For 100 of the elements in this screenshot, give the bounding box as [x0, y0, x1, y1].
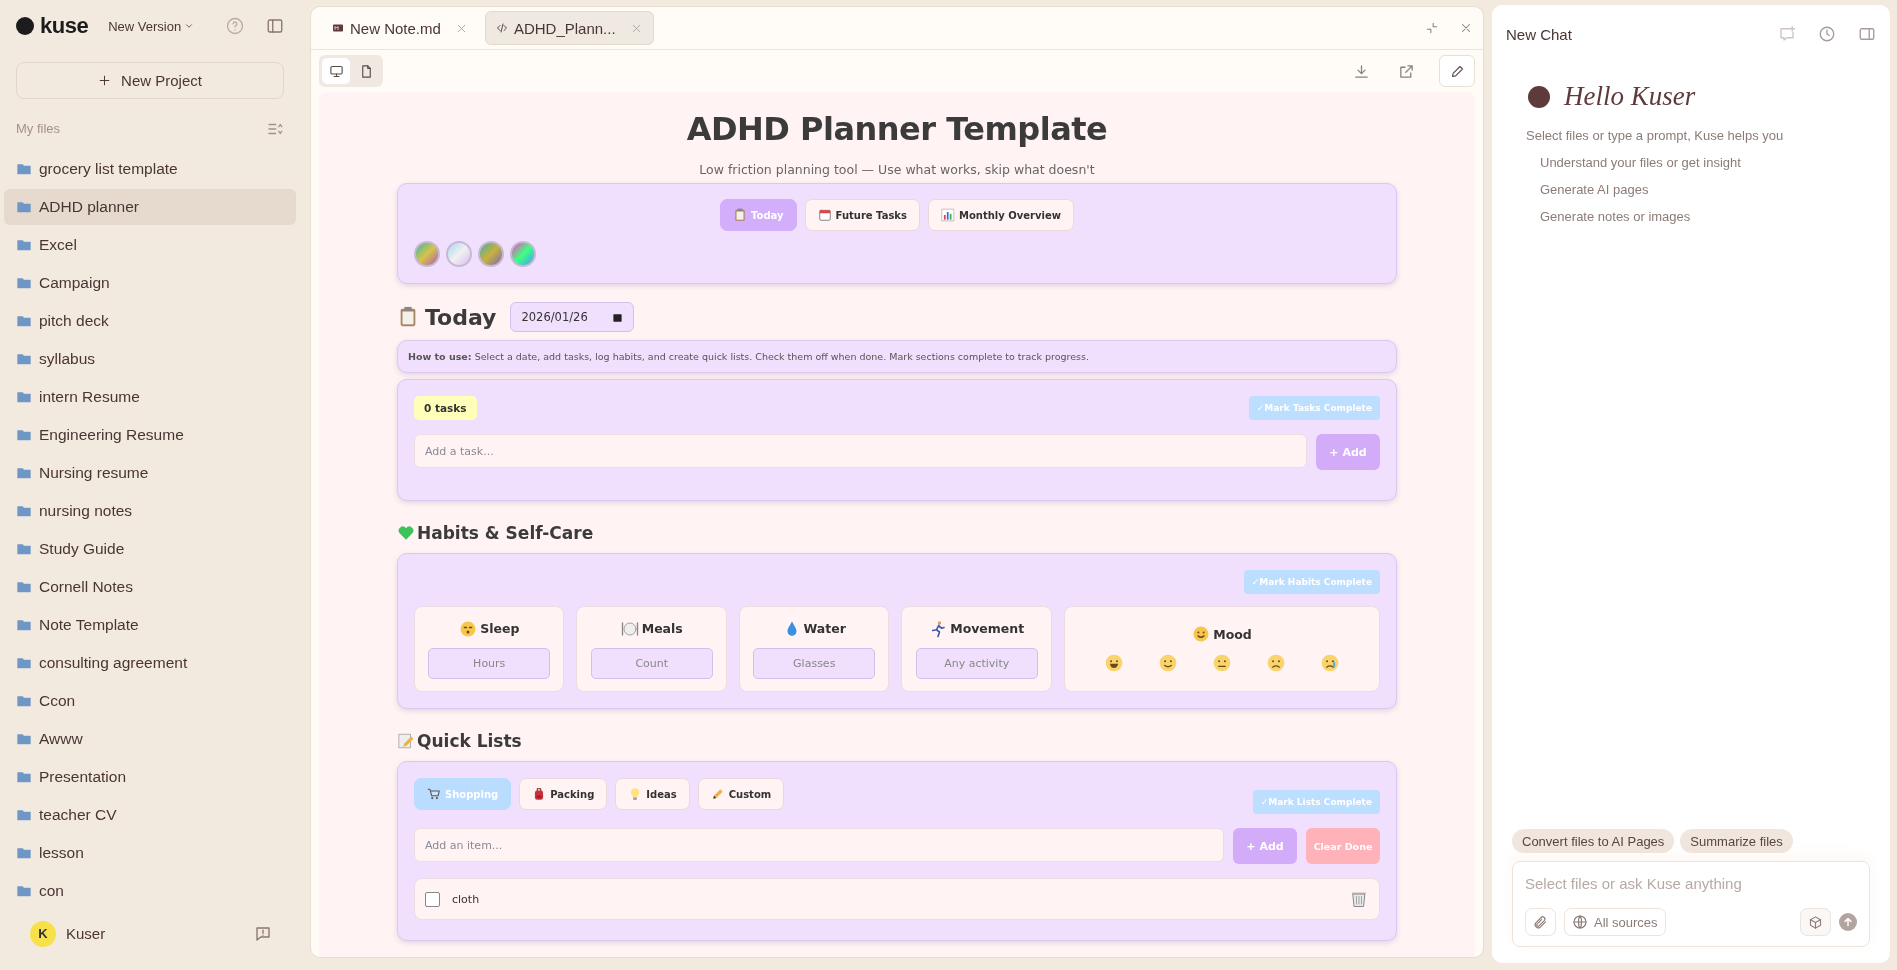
sidebar-toggle-icon[interactable]: [266, 17, 284, 36]
edit-button[interactable]: [1439, 55, 1475, 87]
file-item[interactable]: consulting agreement: [4, 645, 296, 682]
user-name: Kuser: [66, 925, 106, 943]
file-item[interactable]: lesson: [4, 835, 296, 872]
section-heading: Habits & Self-Care: [417, 523, 594, 543]
chat-title: New Chat: [1506, 25, 1573, 43]
sources-button[interactable]: All sources: [1564, 908, 1666, 936]
theme-swatch[interactable]: [414, 241, 440, 267]
logo-icon: [16, 17, 34, 36]
file-item[interactable]: Study Guide: [4, 531, 296, 568]
brand-dot-icon: [1528, 85, 1550, 108]
habit-input-field[interactable]: Any activity: [915, 647, 1038, 679]
file-item[interactable]: intern Resume: [4, 379, 296, 416]
date-field[interactable]: 2026/01/26: [510, 302, 634, 332]
file-item[interactable]: syllabus: [4, 341, 296, 378]
list-tab[interactable]: Custom: [697, 778, 785, 810]
version-dropdown[interactable]: New Version: [108, 18, 195, 34]
neutral-face-icon[interactable]: [1211, 653, 1232, 673]
pencil-icon: [710, 787, 725, 801]
prompt-chip[interactable]: Convert files to AI Pages: [1512, 829, 1675, 853]
file-tab[interactable]: New Note.md: [321, 11, 479, 45]
habit-label: Movement: [950, 621, 1025, 636]
user-avatar[interactable]: K: [30, 920, 56, 947]
file-item[interactable]: grocery list template: [4, 151, 296, 188]
task-count: 0 tasks: [414, 396, 477, 420]
clipboard-icon: [733, 208, 748, 222]
section-label: My files: [16, 121, 61, 137]
globe-icon: [1572, 914, 1588, 930]
help-icon[interactable]: [226, 17, 244, 36]
close-icon[interactable]: [1459, 21, 1473, 35]
plus-icon: [98, 74, 112, 87]
notepad-pencil-icon: [397, 732, 415, 750]
file-item[interactable]: pitch deck: [4, 303, 296, 340]
theme-swatch[interactable]: [446, 241, 472, 267]
habit-label: Mood: [1213, 626, 1252, 642]
theme-swatch[interactable]: [510, 241, 536, 267]
feedback-icon[interactable]: [254, 924, 272, 943]
page-title: ADHD Planner Template: [685, 110, 1109, 148]
brand-name: kuse: [40, 13, 89, 40]
file-item[interactable]: Campaign: [4, 265, 296, 302]
crying-face-icon[interactable]: [1319, 653, 1340, 673]
habit-input-field[interactable]: Glasses: [753, 647, 876, 679]
file-item[interactable]: ADHD planner: [4, 189, 296, 226]
habit-label: Sleep: [480, 621, 520, 636]
habit-label: Meals: [641, 621, 683, 636]
file-item[interactable]: Excel: [4, 227, 296, 264]
code-icon: [495, 22, 508, 34]
cart-icon: [427, 787, 441, 801]
suggestion-text: Generate notes or images: [1540, 209, 1692, 224]
file-item[interactable]: Note Template: [4, 607, 296, 644]
sleepy-face-icon: [459, 619, 478, 638]
grinning-face-icon[interactable]: [1103, 653, 1124, 673]
file-item[interactable]: teacher CV: [4, 797, 296, 834]
greeting: Hello Kuser: [1564, 81, 1696, 112]
file-item[interactable]: Presentation: [4, 759, 296, 796]
new-project-button[interactable]: New Project: [16, 62, 284, 99]
model-button[interactable]: [1800, 908, 1831, 936]
smiling-face-icon[interactable]: [1157, 653, 1178, 673]
runner-icon: [929, 619, 948, 638]
view-tab[interactable]: Monthly Overview: [927, 199, 1074, 231]
item-text: cloth: [452, 892, 480, 906]
send-button[interactable]: [1839, 913, 1857, 931]
file-item[interactable]: Nursing resume: [4, 455, 296, 492]
list-tab[interactable]: Packing: [519, 778, 608, 810]
view-tab[interactable]: Future Tasks: [804, 199, 920, 231]
external-link-icon[interactable]: [1398, 62, 1415, 80]
prompt-chip[interactable]: Summarize files: [1680, 829, 1793, 853]
sidebar-toggle-icon[interactable]: [1858, 25, 1876, 43]
pencil-icon: [1449, 63, 1465, 79]
attach-button[interactable]: [1525, 908, 1556, 936]
task-input-field[interactable]: Add a task...: [414, 434, 1307, 468]
collapse-icon[interactable]: [1425, 21, 1439, 35]
monitor-icon: [328, 63, 344, 79]
section-heading: Today: [425, 304, 497, 330]
file-item[interactable]: con: [4, 873, 296, 910]
instructions-text: How to use: Select a date, add tasks, log habits, and create quick lists. Check them off when done. Mark sections complete to track progress.: [397, 340, 1397, 373]
heart-icon: [397, 524, 415, 542]
paperclip-icon: [1533, 914, 1548, 930]
new-chat-icon[interactable]: [1778, 25, 1796, 43]
checkbox[interactable]: [425, 891, 440, 907]
history-icon[interactable]: [1818, 25, 1836, 43]
markdown-icon: [332, 22, 344, 34]
file-item[interactable]: nursing notes: [4, 493, 296, 530]
sad-face-icon[interactable]: [1265, 653, 1286, 673]
suggestion-text: Understand your files or get insight: [1540, 155, 1742, 170]
bar-chart-icon: [940, 208, 955, 222]
page-subtitle: Low friction planning tool — Use what works, skip what doesn't: [698, 162, 1096, 177]
file-item[interactable]: Ccon: [4, 683, 296, 720]
download-icon[interactable]: [1353, 62, 1370, 80]
monitor-view-button[interactable]: [322, 58, 350, 84]
file-tab[interactable]: ADHD_Plann...: [484, 11, 654, 45]
habit-input-field[interactable]: Count: [590, 647, 713, 679]
file-item[interactable]: Engineering Resume: [4, 417, 296, 454]
theme-swatch[interactable]: [478, 241, 504, 267]
file-item[interactable]: Awww: [4, 721, 296, 758]
item-input-field[interactable]: Add an item...: [414, 828, 1224, 862]
list-tab[interactable]: Ideas: [615, 778, 690, 810]
habit-input-field[interactable]: Hours: [428, 647, 551, 679]
file-item[interactable]: Cornell Notes: [4, 569, 296, 606]
